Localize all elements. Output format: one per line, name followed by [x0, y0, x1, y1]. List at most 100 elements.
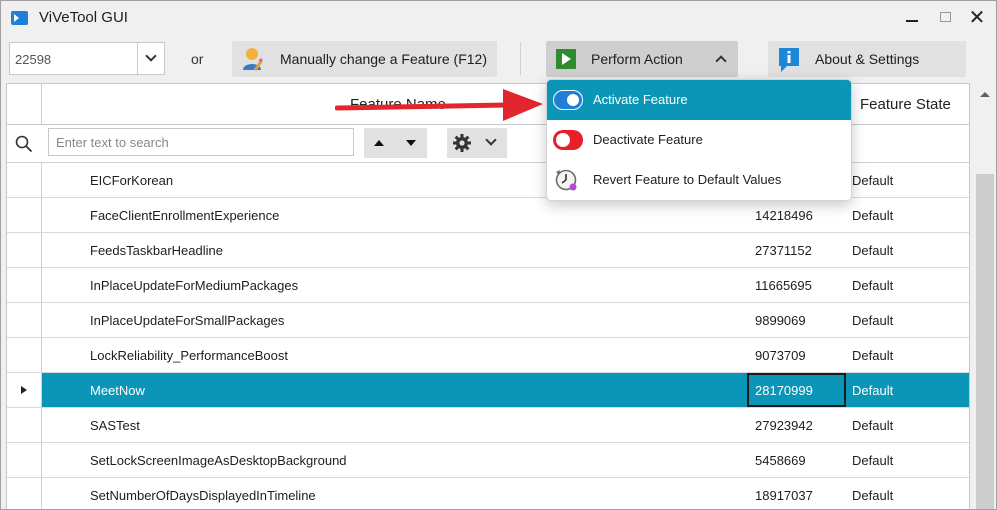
- feature-name-cell: SetNumberOfDaysDisplayedInTimeline: [90, 488, 316, 503]
- table-row[interactable]: SASTest 27923942 Default: [7, 408, 969, 443]
- feature-id-cell: 18917037: [747, 478, 846, 509]
- feature-id-cell: 9073709: [747, 338, 846, 372]
- next-match-icon[interactable]: [406, 140, 416, 146]
- chevron-down-icon: [145, 50, 157, 62]
- maximize-icon: [940, 12, 951, 22]
- perform-action-menu: Activate Feature Deactivate Feature Reve…: [546, 79, 852, 201]
- feature-id-text: 28170999: [755, 383, 813, 398]
- clock-revert-icon: [555, 169, 577, 191]
- person-edit-icon: [243, 48, 263, 72]
- feature-id-text: 5458669: [755, 453, 806, 468]
- toggle-on-icon: [553, 90, 583, 110]
- feature-id-text: 9899069: [755, 313, 806, 328]
- build-dropdown-button[interactable]: [137, 43, 165, 74]
- row-selector[interactable]: [7, 303, 42, 337]
- column-header-feature-state[interactable]: Feature State: [846, 84, 969, 124]
- feature-state-cell: Default: [852, 348, 894, 363]
- menu-item-label: Deactivate Feature: [593, 132, 703, 147]
- row-selector[interactable]: [7, 478, 42, 509]
- window-title: ViVeTool GUI: [39, 9, 128, 26]
- feature-id-text: 11665695: [755, 278, 812, 293]
- minimize-icon: [906, 20, 918, 22]
- menu-item-deactivate-feature[interactable]: Deactivate Feature: [547, 120, 851, 160]
- feature-name-cell: SASTest: [90, 418, 140, 433]
- feature-state-cell: Default: [852, 313, 894, 328]
- close-button[interactable]: ✕: [966, 7, 988, 29]
- gear-icon: [453, 134, 471, 152]
- search-input[interactable]: [48, 128, 354, 156]
- table-row-selected[interactable]: MeetNow 28170999 Default: [7, 373, 969, 408]
- feature-id-cell: 27371152: [747, 233, 846, 267]
- feature-id-text: 18917037: [755, 488, 813, 503]
- feature-state-cell: Default: [852, 453, 894, 468]
- row-selector[interactable]: [7, 443, 42, 477]
- row-selector[interactable]: [7, 338, 42, 372]
- feature-id-cell[interactable]: 28170999: [747, 373, 846, 407]
- feature-state-cell: Default: [852, 173, 894, 188]
- feature-id-cell: 5458669: [747, 443, 846, 477]
- row-selector[interactable]: [7, 198, 42, 232]
- feature-id-cell: 11665695: [747, 268, 846, 302]
- about-settings-button[interactable]: About & Settings: [768, 41, 966, 77]
- table-row[interactable]: SetNumberOfDaysDisplayedInTimeline 18917…: [7, 478, 969, 509]
- menu-item-label: Activate Feature: [593, 92, 688, 107]
- table-row[interactable]: FaceClientEnrollmentExperience 14218496 …: [7, 198, 969, 233]
- table-row[interactable]: InPlaceUpdateForSmallPackages 9899069 De…: [7, 303, 969, 338]
- vertical-scrollbar[interactable]: [974, 83, 996, 509]
- feature-name-cell: MeetNow: [90, 383, 145, 398]
- chevron-down-icon: [485, 134, 497, 146]
- feature-id-cell: 9899069: [747, 303, 846, 337]
- feature-name-cell: SetLockScreenImageAsDesktopBackground: [90, 453, 347, 468]
- app-icon: [11, 11, 28, 25]
- table-row[interactable]: FeedsTaskbarHeadline 27371152 Default: [7, 233, 969, 268]
- feature-state-cell: Default: [852, 208, 894, 223]
- feature-state-cell: Default: [852, 278, 894, 293]
- previous-match-icon[interactable]: [374, 140, 384, 146]
- menu-item-label: Revert Feature to Default Values: [593, 172, 782, 187]
- feature-name-cell: LockReliability_PerformanceBoost: [90, 348, 288, 363]
- table-row[interactable]: LockReliability_PerformanceBoost 9073709…: [7, 338, 969, 373]
- scroll-thumb[interactable]: [976, 174, 994, 509]
- info-icon: [779, 48, 799, 72]
- perform-action-button[interactable]: Perform Action: [546, 41, 738, 77]
- minimize-button[interactable]: [901, 7, 923, 29]
- feature-name-cell: InPlaceUpdateForMediumPackages: [90, 278, 299, 293]
- search-icon: [15, 135, 33, 153]
- manually-change-feature-button[interactable]: Manually change a Feature (F12): [232, 41, 497, 77]
- maximize-button[interactable]: [935, 7, 957, 29]
- feature-name-cell: FeedsTaskbarHeadline: [90, 243, 223, 258]
- feature-name-cell: EICForKorean: [90, 173, 174, 188]
- row-selector[interactable]: [7, 233, 42, 267]
- toolbar-separator: [520, 42, 521, 75]
- toolbar: 22598 or Manually change a Feature (F12)…: [1, 35, 996, 83]
- vivetool-window: ViVeTool GUI ✕ 22598 or Manually change …: [0, 0, 997, 510]
- play-icon: [556, 49, 576, 69]
- table-row[interactable]: InPlaceUpdateForMediumPackages 11665695 …: [7, 268, 969, 303]
- row-selector[interactable]: [7, 268, 42, 302]
- feature-id-cell: 27923942: [747, 408, 846, 442]
- menu-item-activate-feature[interactable]: Activate Feature: [547, 80, 851, 120]
- feature-name-cell: InPlaceUpdateForSmallPackages: [90, 313, 285, 328]
- toggle-off-icon: [553, 130, 583, 150]
- or-label: or: [191, 51, 204, 67]
- build-combobox[interactable]: 22598: [9, 42, 165, 75]
- table-row[interactable]: SetLockScreenImageAsDesktopBackground 54…: [7, 443, 969, 478]
- search-options-button[interactable]: [447, 128, 507, 158]
- current-row-icon: [21, 386, 27, 394]
- build-value: 22598: [15, 52, 52, 67]
- menu-item-revert-feature[interactable]: Revert Feature to Default Values: [547, 160, 851, 200]
- about-settings-label: About & Settings: [815, 51, 920, 67]
- scroll-up-icon[interactable]: [980, 92, 990, 97]
- annotation-arrow-icon: [335, 89, 543, 121]
- feature-id-text: 9073709: [755, 348, 806, 363]
- row-selector[interactable]: [7, 373, 42, 407]
- row-selector[interactable]: [7, 408, 42, 442]
- feature-id-text: 27371152: [755, 243, 812, 258]
- feature-state-cell: Default: [852, 383, 894, 398]
- header-row-selector: [7, 84, 42, 124]
- feature-name-cell: FaceClientEnrollmentExperience: [90, 208, 280, 223]
- row-selector[interactable]: [7, 163, 42, 197]
- perform-action-label: Perform Action: [591, 51, 683, 67]
- feature-state-cell: Default: [852, 243, 894, 258]
- chevron-up-icon: [715, 55, 727, 67]
